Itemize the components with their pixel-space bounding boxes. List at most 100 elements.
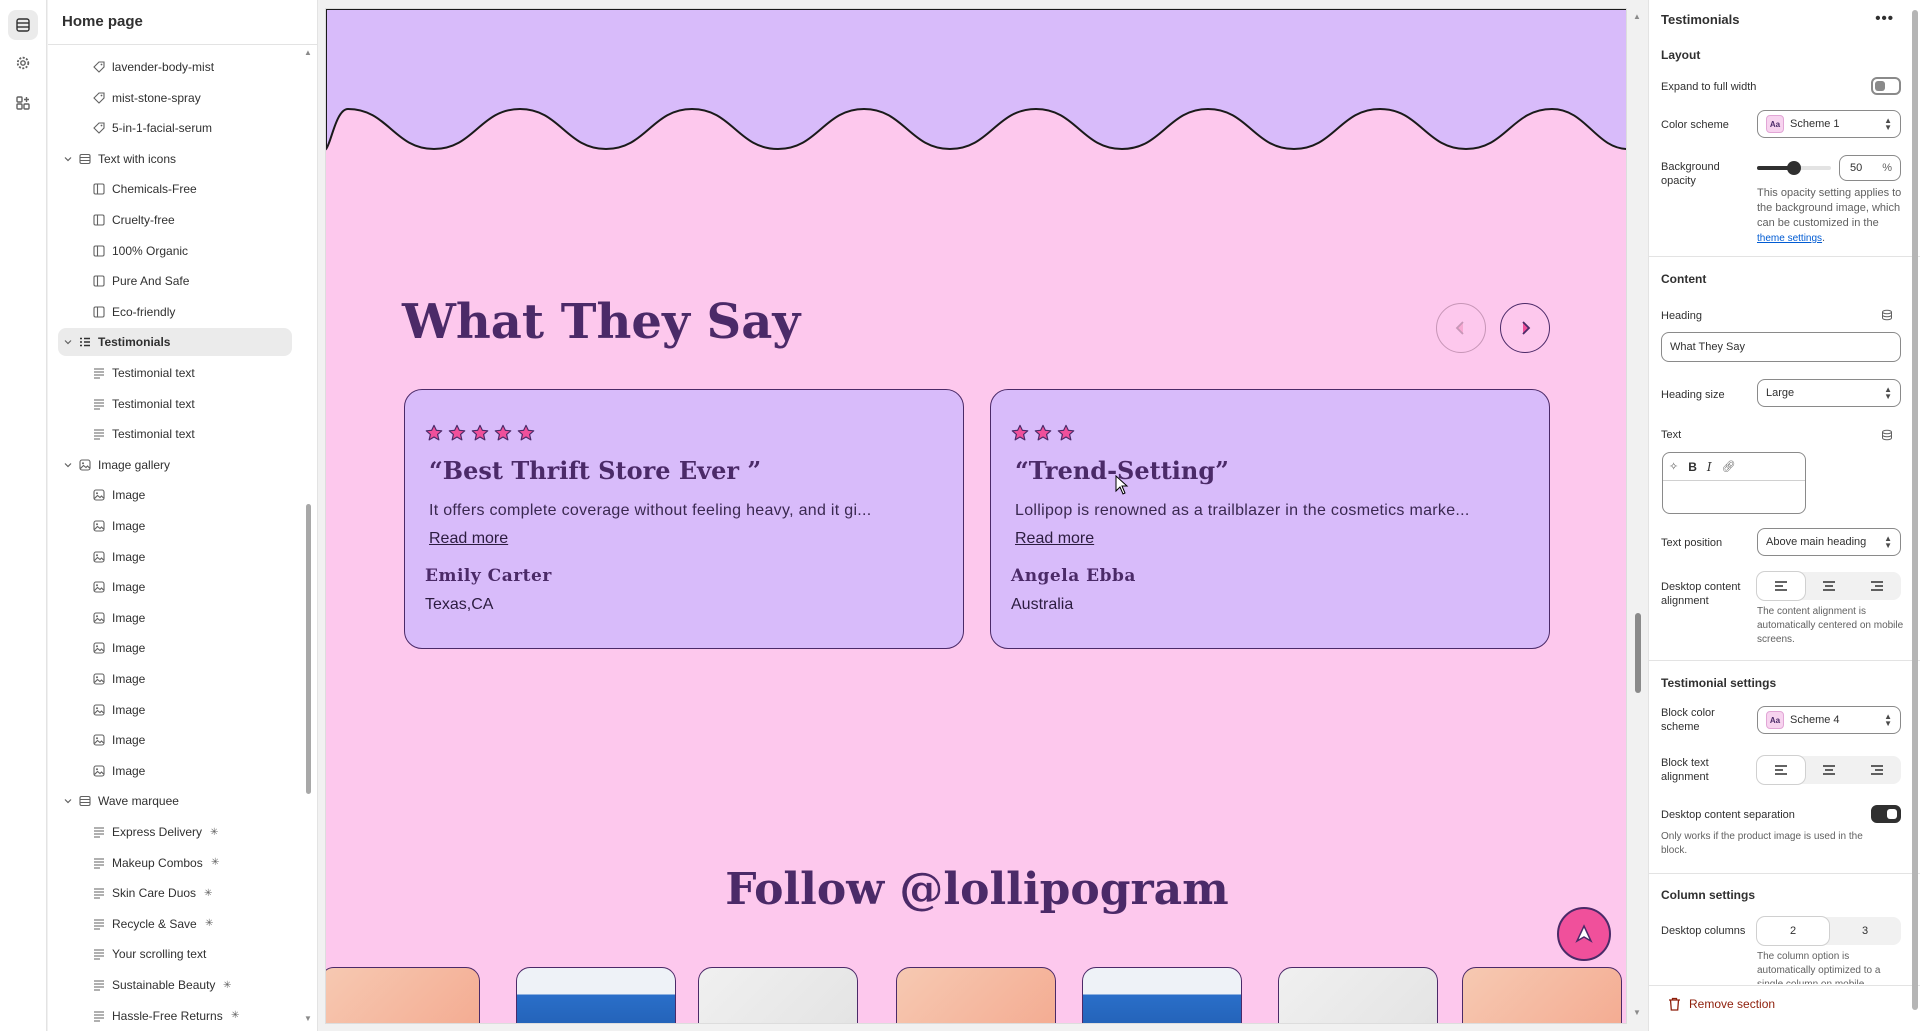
gallery-image[interactable] xyxy=(1462,967,1622,1023)
sidebar-item-text-with-icons[interactable]: Text with icons xyxy=(48,145,294,173)
desktop-content-separation-toggle[interactable] xyxy=(1871,805,1901,823)
sidebar-item-pure-and-safe[interactable]: Pure And Safe xyxy=(48,267,294,295)
carousel-prev-button[interactable] xyxy=(1436,303,1486,353)
sidebar-item-wave-marquee[interactable]: Wave marquee xyxy=(48,787,294,815)
sidebar-item-label: Eco-friendly xyxy=(112,304,176,319)
sidebar-item-mist-stone-spray[interactable]: mist-stone-spray xyxy=(48,84,294,112)
column-icon xyxy=(92,213,106,227)
sidebar-item-chemicals-free[interactable]: Chemicals-Free xyxy=(48,175,294,203)
column-icon xyxy=(92,244,106,258)
sidebar-item-image[interactable]: Image xyxy=(48,757,294,785)
chevron-down-icon[interactable] xyxy=(62,459,74,471)
italic-icon[interactable]: I xyxy=(1707,460,1712,474)
sidebar-item-cruelty-free[interactable]: Cruelty-free xyxy=(48,206,294,234)
theme-settings-link[interactable]: theme settings xyxy=(1757,233,1822,244)
align-left-icon[interactable] xyxy=(1757,756,1805,784)
list-icon xyxy=(78,335,92,349)
sidebar-item-100-organic[interactable]: 100% Organic xyxy=(48,237,294,265)
sidebar-item-5-in-1-facial-serum[interactable]: 5-in-1-facial-serum xyxy=(48,114,294,142)
chevron-down-icon[interactable] xyxy=(62,336,74,348)
scroll-up-arrow-icon[interactable]: ▲ xyxy=(303,48,313,57)
columns-option[interactable]: 2 xyxy=(1757,917,1829,945)
scroll-up-arrow-icon[interactable]: ▲ xyxy=(1633,12,1641,21)
opacity-input[interactable]: 50 % xyxy=(1839,155,1901,181)
panel-scrollbar[interactable] xyxy=(1910,0,1920,1031)
scroll-to-top-button[interactable] xyxy=(1557,907,1611,961)
expand-full-width-toggle[interactable] xyxy=(1871,77,1901,95)
sidebar-item-skin-care-duos[interactable]: Skin Care Duos ✳ xyxy=(48,879,294,907)
dynamic-source-icon[interactable] xyxy=(1881,429,1893,441)
ai-sparkle-icon[interactable]: ✧ xyxy=(1669,460,1678,473)
read-more-link[interactable]: Read more xyxy=(1015,530,1094,548)
sections-icon[interactable] xyxy=(8,10,38,40)
gallery-image[interactable] xyxy=(516,967,676,1023)
scroll-down-arrow-icon[interactable]: ▼ xyxy=(303,1014,313,1023)
sidebar-item-image[interactable]: Image xyxy=(48,726,294,754)
heading-size-select[interactable]: Large ▲ ▼ xyxy=(1757,379,1901,407)
opacity-slider-handle[interactable] xyxy=(1787,161,1801,175)
align-center-icon[interactable] xyxy=(1805,756,1853,784)
text-position-select[interactable]: Above main heading ▲ ▼ xyxy=(1757,528,1901,556)
scroll-down-arrow-icon[interactable]: ▼ xyxy=(1633,1008,1641,1017)
sidebar-item-lavender-body-mist[interactable]: lavender-body-mist xyxy=(48,53,294,81)
sidebar-item-image[interactable]: Image xyxy=(48,634,294,662)
block-color-scheme-select[interactable]: Aa Scheme 4 ▲ ▼ xyxy=(1757,706,1901,734)
sidebar-item-express-delivery[interactable]: Express Delivery ✳ xyxy=(48,818,294,846)
bold-icon[interactable]: B xyxy=(1688,460,1697,474)
heading-input[interactable]: What They Say xyxy=(1661,332,1901,362)
page-title[interactable]: Home page xyxy=(62,13,143,30)
sidebar-item-hassle-free-returns[interactable]: Hassle-Free Returns ✳ xyxy=(48,1002,294,1030)
sidebar-item-eco-friendly[interactable]: Eco-friendly xyxy=(48,298,294,326)
align-center-icon[interactable] xyxy=(1805,572,1853,600)
gallery-image[interactable] xyxy=(698,967,858,1023)
dynamic-source-icon[interactable] xyxy=(1881,309,1893,321)
content-heading: Content xyxy=(1661,272,1707,286)
sidebar-item-testimonial-text[interactable]: Testimonial text xyxy=(48,420,294,448)
sidebar-item-image[interactable]: Image xyxy=(48,543,294,571)
align-right-icon[interactable] xyxy=(1853,572,1901,600)
sidebar-item-label: Image xyxy=(112,610,146,625)
preview-scrollbar[interactable]: ▲ ▼ xyxy=(1631,8,1645,1024)
sidebar-item-image[interactable]: Image xyxy=(48,573,294,601)
select-chevron-icon: ▲ ▼ xyxy=(1884,385,1892,401)
gallery-image[interactable] xyxy=(1278,967,1438,1023)
gallery-image[interactable] xyxy=(1082,967,1242,1023)
sidebar-item-makeup-combos[interactable]: Makeup Combos ✳ xyxy=(48,849,294,877)
scrollbar-thumb[interactable] xyxy=(1635,613,1641,693)
sidebar-item-image[interactable]: Image xyxy=(48,481,294,509)
sidebar-item-image[interactable]: Image xyxy=(48,604,294,632)
sidebar-item-sustainable-beauty[interactable]: Sustainable Beauty ✳ xyxy=(48,971,294,999)
chevron-down-icon[interactable] xyxy=(62,795,74,807)
sidebar-item-image[interactable]: Image xyxy=(48,512,294,540)
scrollbar-thumb[interactable] xyxy=(1912,10,1918,1010)
color-scheme-select[interactable]: Aa Scheme 1 ▲ ▼ xyxy=(1757,110,1901,138)
sidebar-item-recycle-save[interactable]: Recycle & Save ✳ xyxy=(48,910,294,938)
settings-gear-icon[interactable] xyxy=(8,48,38,78)
sidebar-item-testimonial-text[interactable]: Testimonial text xyxy=(48,390,294,418)
sidebar-item-testimonials[interactable]: Testimonials xyxy=(58,328,292,357)
apps-icon[interactable] xyxy=(8,88,38,118)
read-more-link[interactable]: Read more xyxy=(429,530,508,548)
more-options-icon[interactable]: ••• xyxy=(1875,10,1894,27)
sidebar-scrollbar[interactable]: ▲ ▼ xyxy=(303,48,313,1027)
align-left-icon[interactable] xyxy=(1757,572,1805,600)
columns-option[interactable]: 3 xyxy=(1829,917,1901,945)
chevron-down-icon[interactable] xyxy=(62,153,74,165)
scrollbar-thumb[interactable] xyxy=(306,504,311,794)
align-right-icon[interactable] xyxy=(1853,756,1901,784)
remove-section-button[interactable]: Remove section xyxy=(1668,997,1775,1011)
sidebar-item-image[interactable]: Image xyxy=(48,665,294,693)
sidebar-item-your-scrolling-text[interactable]: Your scrolling text xyxy=(48,940,294,968)
link-icon[interactable]: 🔗︎ xyxy=(1722,460,1736,473)
sidebar-item-image-gallery[interactable]: Image gallery xyxy=(48,451,294,479)
column-settings-heading: Column settings xyxy=(1661,888,1756,902)
carousel-next-button[interactable] xyxy=(1500,303,1550,353)
text-rich-editor[interactable]: ✧ B I 🔗︎ xyxy=(1662,452,1806,514)
sidebar-item-label: Image xyxy=(112,733,146,748)
sidebar-item-testimonial-text[interactable]: Testimonial text xyxy=(48,359,294,387)
sidebar-item-image[interactable]: Image xyxy=(48,696,294,724)
gallery-image[interactable] xyxy=(326,967,480,1023)
color-scheme-swatch: Aa xyxy=(1766,115,1784,133)
gallery-image[interactable] xyxy=(896,967,1056,1023)
content-alignment-control xyxy=(1757,572,1901,600)
